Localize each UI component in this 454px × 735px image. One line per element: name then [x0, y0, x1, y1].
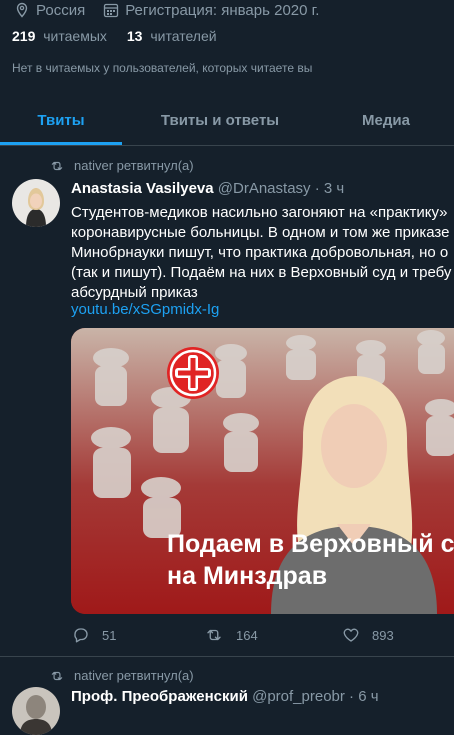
retweet-context: nativer ретвитнул(а): [50, 158, 194, 173]
author-name[interactable]: Проф. Преображенский: [71, 688, 248, 705]
heart-icon: [343, 628, 359, 642]
like-button[interactable]: 893: [342, 626, 394, 644]
reply-count: 51: [102, 627, 117, 643]
retweet-icon: [51, 671, 63, 680]
retweet-count: 164: [236, 627, 258, 643]
video-thumbnail: Подаем в Верховный су на Минздрав: [71, 328, 454, 614]
tweet-text-line: (так и пишут). Подаём на них в Верховный…: [71, 264, 452, 281]
tweet-time[interactable]: · 3 ч: [315, 180, 345, 197]
avatar[interactable]: [12, 687, 60, 735]
card-caption-line: Подаем в Верховный су: [167, 530, 454, 558]
tweet-time[interactable]: · 6 ч: [349, 688, 379, 705]
tweet-header: Проф. Преображенский @prof_preobr · 6 ч: [71, 688, 379, 705]
retweeted-by-text: nativer ретвитнул(а): [74, 158, 194, 173]
tweet-text-line: абсурдный приказ: [71, 284, 198, 301]
tweet-text-line: Студентов-медиков насильно загоняют на «…: [71, 204, 448, 221]
author-handle[interactable]: @prof_preobr: [252, 688, 345, 705]
reply-icon: [74, 628, 88, 643]
tweet-text-line: коронавирусные больницы. В одном и том ж…: [71, 224, 450, 241]
tweet-text-line: Минобрнауки пишут, что практика добровол…: [71, 244, 449, 261]
avatar[interactable]: [12, 179, 60, 227]
avatar-image: [12, 179, 60, 227]
like-count: 893: [372, 627, 394, 643]
card-caption-line: на Минздрав: [167, 562, 327, 590]
retweeted-by-text: nativer ретвитнул(а): [74, 668, 194, 683]
retweet-icon: [51, 161, 63, 170]
red-cross-logo-icon: [167, 347, 219, 399]
tweet-header: Anastasia Vasilyeva @DrAnastasy · 3 ч: [71, 180, 344, 197]
tweet-actions: 51 164 893: [0, 626, 454, 646]
tweet-link[interactable]: youtu.be/xSGpmidx-Ig: [71, 301, 219, 318]
author-handle[interactable]: @DrAnastasy: [218, 180, 311, 197]
retweet-context: nativer ретвитнул(а): [50, 668, 194, 683]
retweet-button[interactable]: 164: [204, 626, 258, 644]
video-card[interactable]: Подаем в Верховный су на Минздрав: [71, 328, 454, 614]
tweet[interactable]: nativer ретвитнул(а) Проф. Преображенски…: [0, 657, 454, 735]
reply-button[interactable]: 51: [72, 626, 116, 644]
tweet[interactable]: nativer ретвитнул(а) Anastasia Vasilyeva…: [0, 0, 454, 657]
avatar-image: [12, 687, 60, 735]
author-name[interactable]: Anastasia Vasilyeva: [71, 180, 214, 197]
retweet-icon: [207, 629, 221, 641]
tweet-text: Студентов-медиков насильно загоняют на «…: [71, 203, 454, 303]
